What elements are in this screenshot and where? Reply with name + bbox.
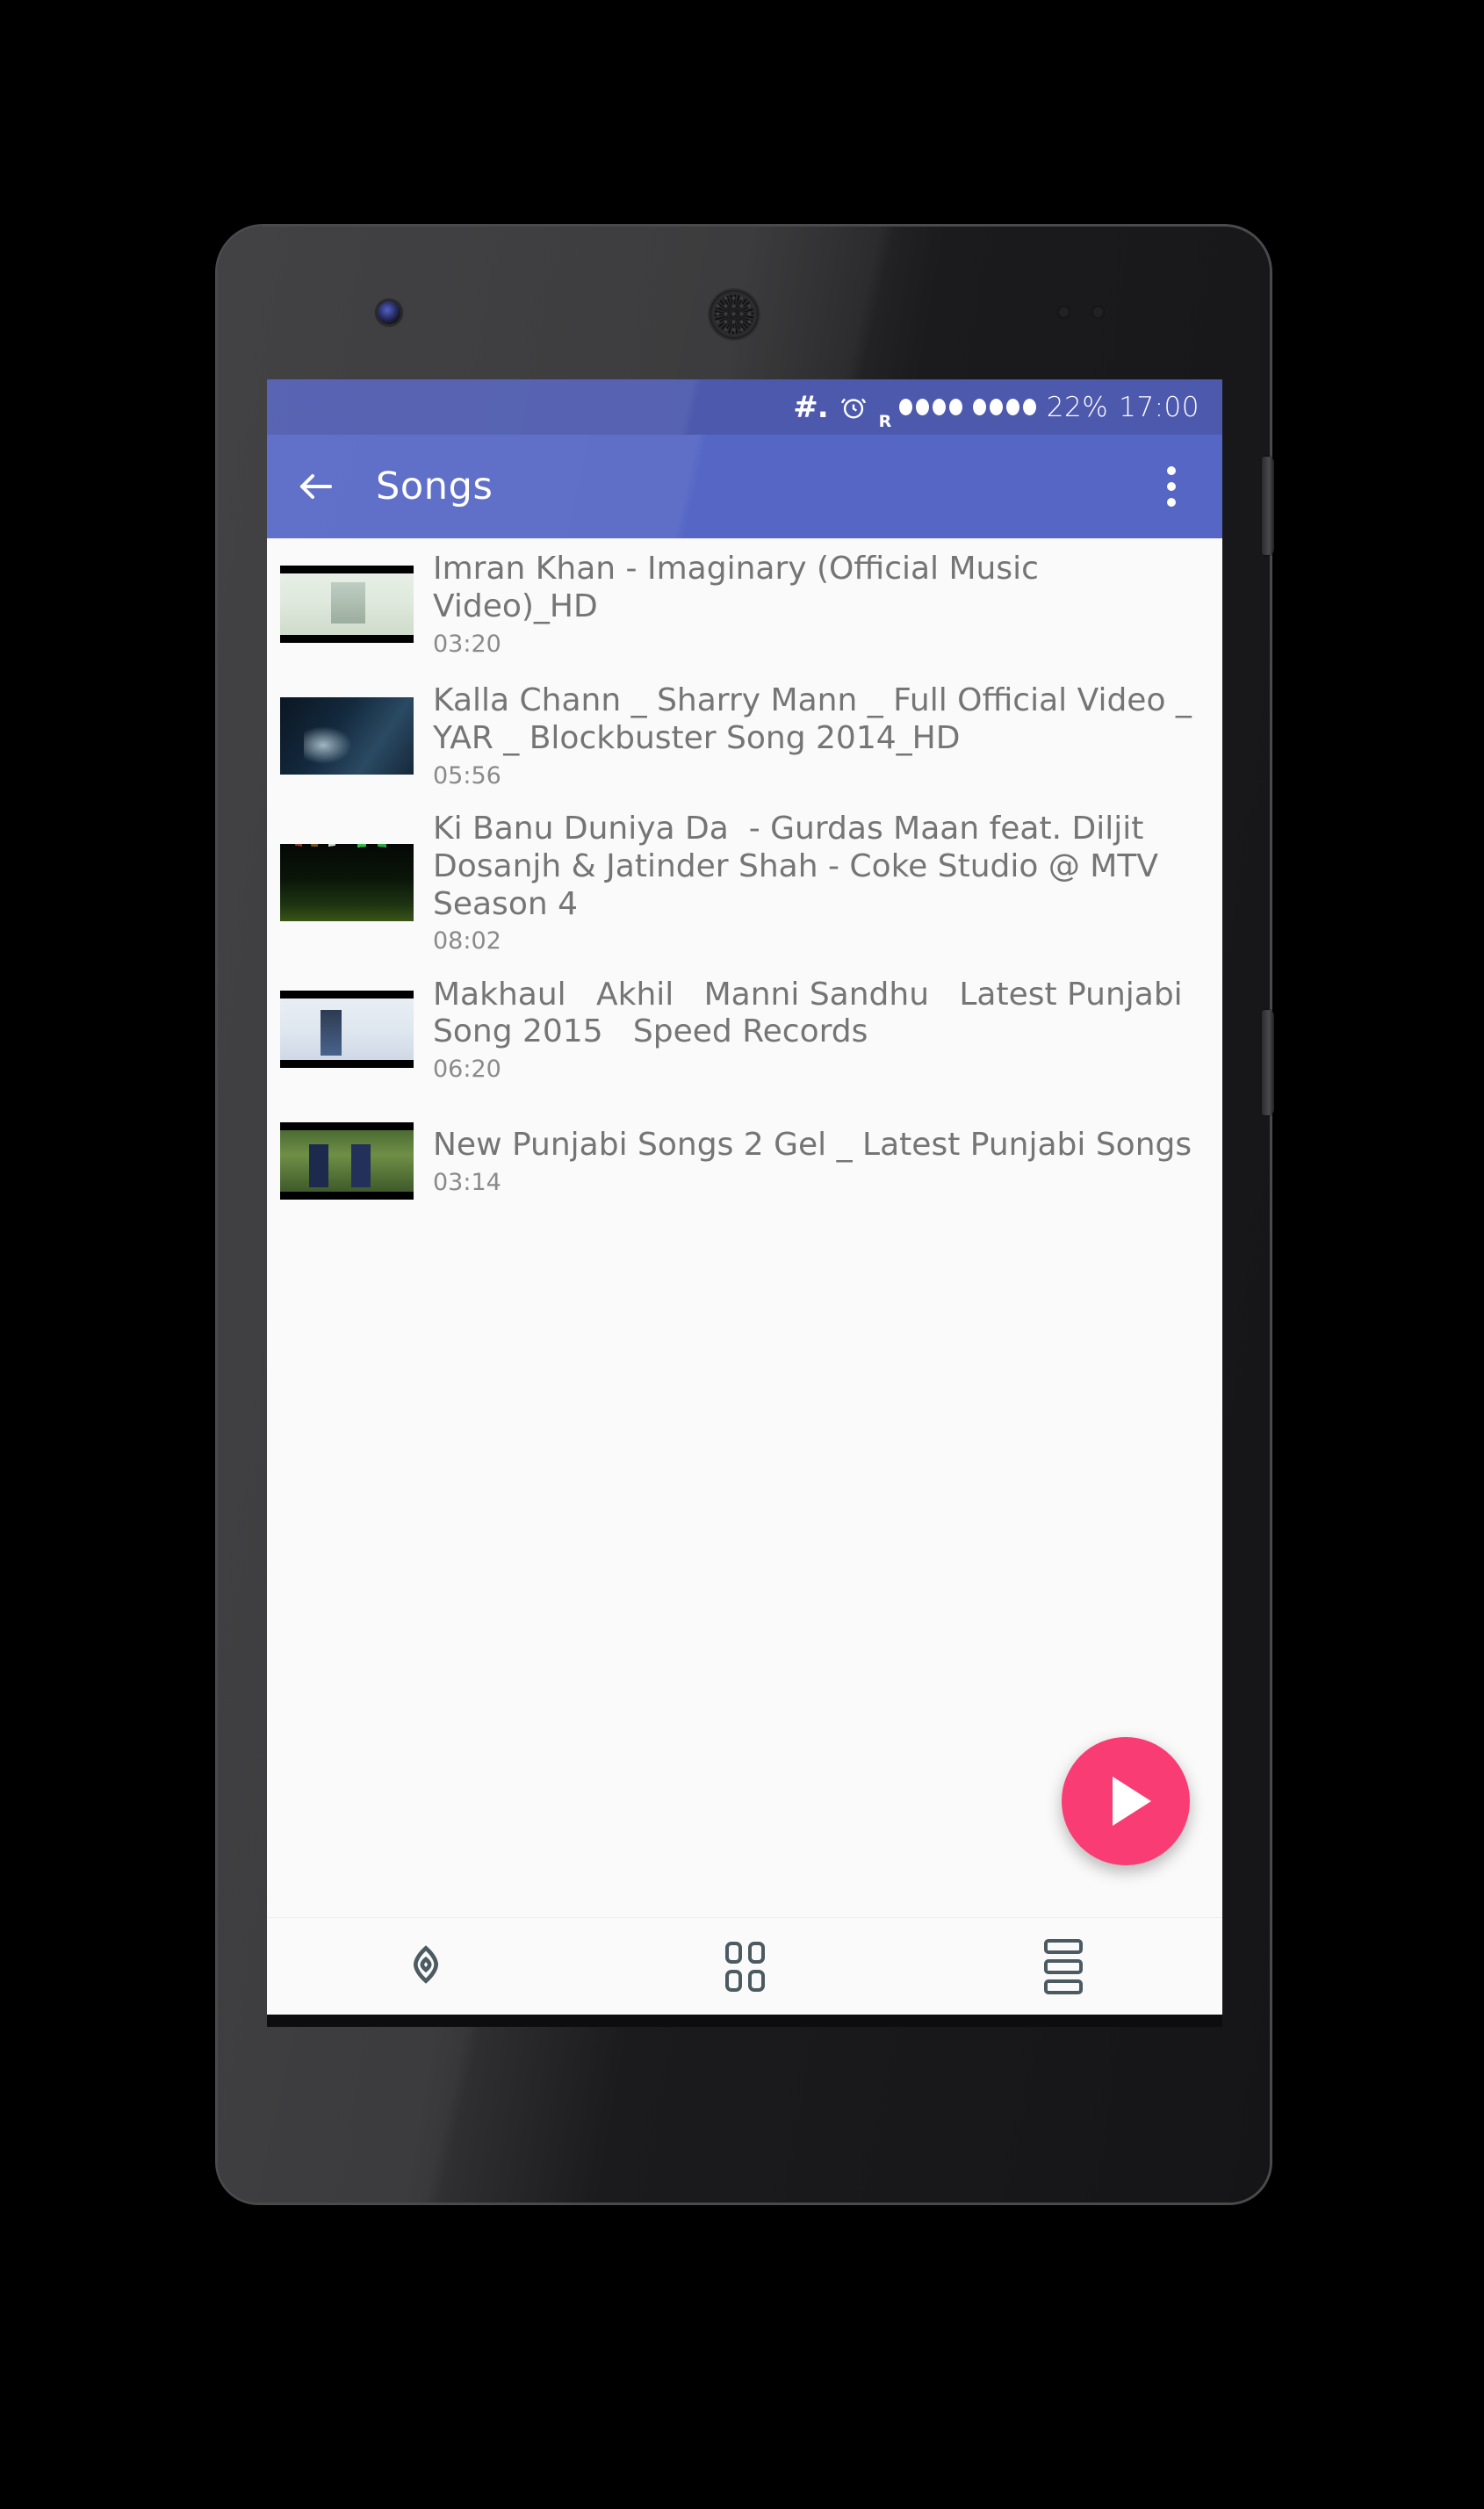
front-camera-icon [378,301,400,324]
list-item[interactable]: Imran Khan - Imaginary (Official Music V… [267,538,1222,670]
proximity-sensor-icon [1057,306,1070,319]
play-icon [1113,1777,1151,1826]
thumbnail-new-punjabi-songs [280,1122,414,1200]
list-item-meta: New Punjabi Songs 2 Gel _ Latest Punjabi… [433,1118,1201,1205]
roaming-indicator: R [878,412,892,431]
signal-bars-icon [898,399,962,415]
song-title: Makhaul Akhil Manni Sandhu Latest Punjab… [433,976,1193,1050]
status-bar: #. R 22% 17:00 [267,379,1222,435]
song-duration: 08:02 [433,927,501,955]
song-duration: 06:20 [433,1056,501,1084]
song-title: New Punjabi Songs 2 Gel _ Latest Punjabi… [433,1127,1192,1164]
nav-item-grid[interactable] [586,1918,904,2015]
battery-percentage: 22% [1046,391,1109,423]
screenshot-root: #. R 22% 17:00 Songs Imran Khan - Imagin… [0,0,1484,2509]
thumbnail-kalla-chann [280,697,414,775]
nav-item-list[interactable] [904,1918,1222,2015]
nav-item-eye[interactable] [267,1918,586,2015]
song-duration: 03:20 [433,630,501,658]
list-item[interactable]: New Punjabi Songs 2 Gel _ Latest Punjabi… [267,1095,1222,1227]
hash-icon: #. [793,389,828,425]
signal-bars-icon [972,399,1036,415]
song-duration: 05:56 [433,761,501,789]
app-bar: Songs [267,435,1222,538]
song-title: Kalla Chann _ Sharry Mann _ Full Officia… [433,682,1202,756]
list-item-meta: Makhaul Akhil Manni Sandhu Latest Punjab… [433,968,1201,1092]
list-item-meta: Ki Banu Duniya Da - Gurdas Maan feat. Di… [433,802,1201,963]
eye-icon [401,1940,450,1994]
alarm-clock-icon [839,393,868,422]
volume-button[interactable] [1262,1010,1274,1115]
list-item-meta: Imran Khan - Imaginary (Official Music V… [433,542,1201,667]
song-title: Ki Banu Duniya Da - Gurdas Maan feat. Di… [433,811,1169,922]
list-item-meta: Kalla Chann _ Sharry Mann _ Full Officia… [433,674,1201,798]
clock: 17:00 [1119,391,1199,423]
list-item[interactable]: Ki Banu Duniya Da - Gurdas Maan feat. Di… [267,802,1222,963]
list-item[interactable]: Kalla Chann _ Sharry Mann _ Full Officia… [267,670,1222,802]
back-arrow-icon[interactable] [290,460,342,513]
thumbnail-ki-banu-duniya-da [280,844,414,922]
list-item[interactable]: Makhaul Akhil Manni Sandhu Latest Punjab… [267,963,1222,1095]
thumbnail-makhaul [280,991,414,1069]
song-duration: 03:14 [433,1168,501,1196]
power-button[interactable] [1262,457,1274,555]
earpiece-speaker [710,290,759,339]
grid-view-icon [724,1941,765,1992]
song-title: Imran Khan - Imaginary (Official Music V… [433,551,1049,624]
list-view-icon [1043,1938,1083,1994]
thumbnail-imran-khan [280,566,414,643]
light-sensor-icon [1091,306,1105,319]
phone-screen: #. R 22% 17:00 Songs Imran Khan - Imagin… [267,379,1222,2015]
screen-bottom-bezel [267,2015,1222,2027]
bottom-navigation-bar [267,1917,1222,2015]
play-fab-button[interactable] [1062,1737,1190,1865]
page-title: Songs [376,465,493,508]
song-list[interactable]: Imran Khan - Imaginary (Official Music V… [267,538,1222,1917]
overflow-menu-icon[interactable] [1147,456,1196,517]
